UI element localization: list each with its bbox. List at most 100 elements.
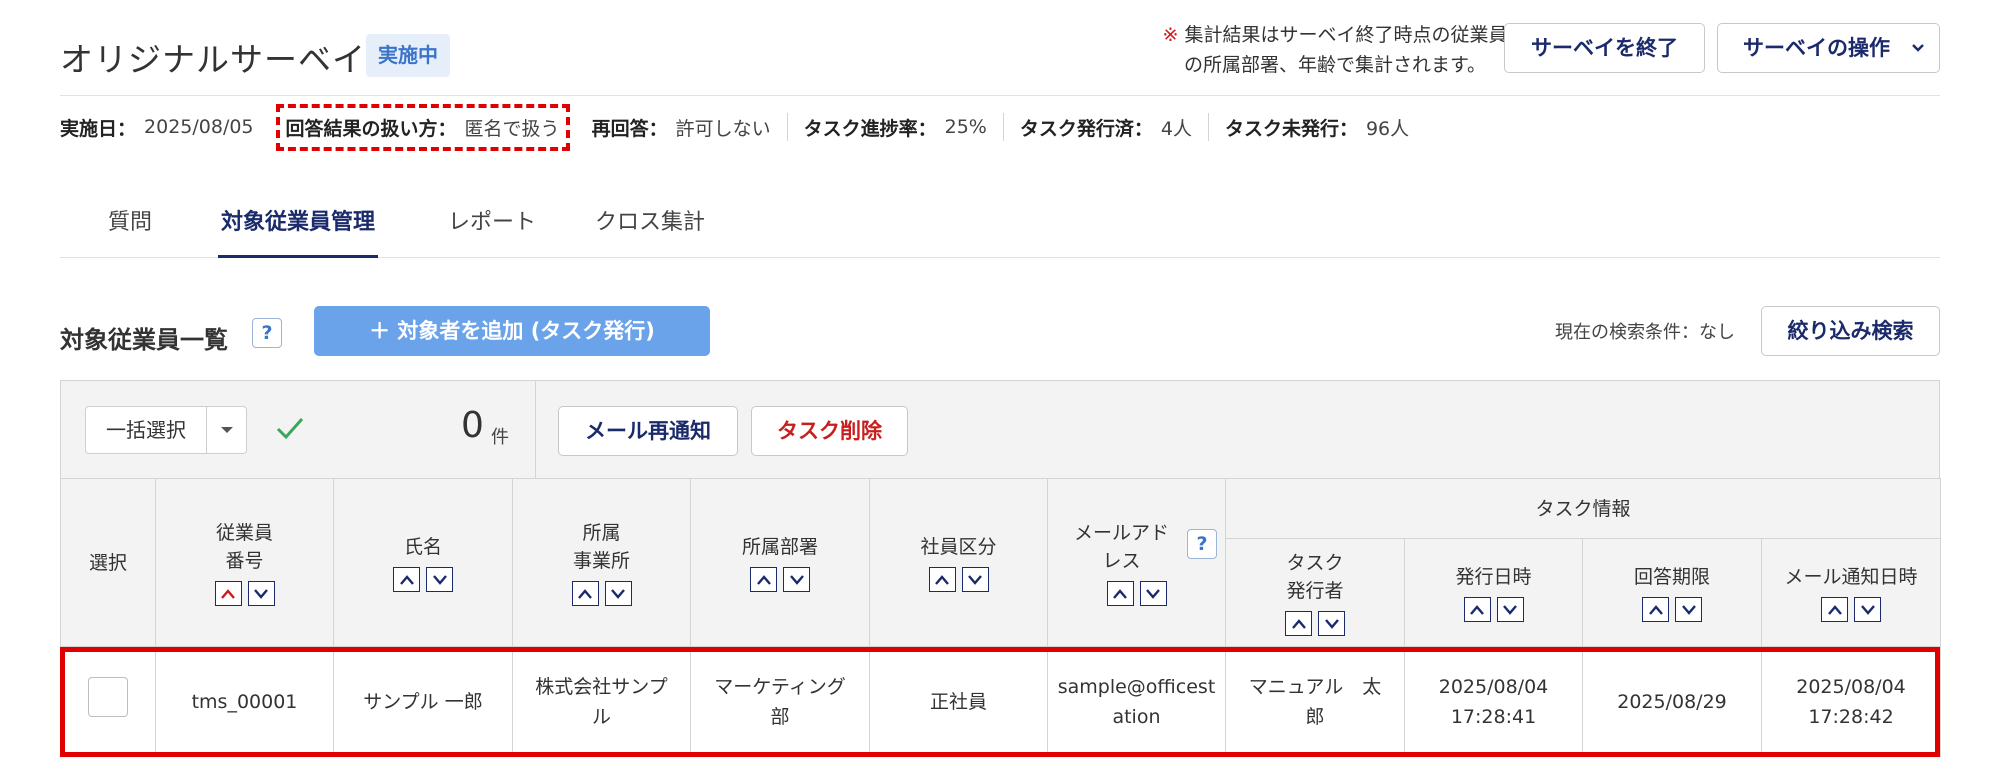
sort-desc-icon[interactable] xyxy=(604,581,632,606)
cell-dept-line2: 部 xyxy=(770,705,790,728)
cell-mail-line2: ation xyxy=(1112,705,1161,728)
selected-count-unit: 件 xyxy=(491,427,509,448)
cell-issuer-line2: 郎 xyxy=(1305,705,1325,728)
meta-separator xyxy=(786,113,788,141)
header-deadline-label: 回答期限 xyxy=(1633,566,1710,588)
meta-reanswer-label: 再回答： xyxy=(591,117,668,140)
cell-employee-no: tms_00001 xyxy=(155,646,334,757)
header-deadline: 回答期限 xyxy=(1582,538,1762,647)
header-issuer-line1: タスク xyxy=(1286,552,1344,574)
header-dept: 所属部署 xyxy=(690,478,870,647)
resend-mail-button[interactable]: メール再通知 xyxy=(558,406,738,456)
sort-asc-icon[interactable] xyxy=(571,581,599,606)
header-name-label: 氏名 xyxy=(403,536,442,558)
meta-progress-value: 25% xyxy=(944,116,987,138)
add-target-button[interactable]: ＋ 対象者を追加 (タスク発行) xyxy=(314,306,710,356)
sort-asc-icon[interactable] xyxy=(1642,597,1669,622)
cell-dept: マーケティング部 xyxy=(690,646,870,757)
meta-issued-value: 4人 xyxy=(1160,117,1192,140)
help-icon[interactable]: ? xyxy=(252,318,282,348)
header-type-label: 社員区分 xyxy=(920,536,997,558)
sort-asc-icon[interactable] xyxy=(750,567,777,592)
meta-progress-label: タスク進捗率： xyxy=(803,117,937,140)
sort-asc-icon[interactable] xyxy=(393,567,420,592)
meta-issued: タスク発行済： 4人 xyxy=(1020,114,1192,141)
status-badge: 実施中 xyxy=(366,34,450,77)
header-mail: メールアド レス ? xyxy=(1047,478,1226,647)
cell-name: サンプル 一郎 xyxy=(333,646,513,757)
bulk-select-dropdown[interactable]: 一括選択 xyxy=(85,406,247,454)
sort-asc-icon[interactable] xyxy=(1285,611,1312,636)
check-icon xyxy=(276,418,304,440)
meta-separator xyxy=(1002,113,1004,141)
header-issuer-line2: 発行者 xyxy=(1286,580,1344,602)
cell-issuer: マニュアル 太郎 xyxy=(1225,646,1405,757)
meta-handling-label: 回答結果の扱い方： xyxy=(285,117,457,140)
sort-desc-icon[interactable] xyxy=(783,567,810,592)
sort-desc-icon[interactable] xyxy=(961,567,989,592)
survey-ops-button[interactable]: サーベイの操作 xyxy=(1717,23,1940,73)
header-employee-no-line2: 番号 xyxy=(225,550,264,572)
sort-asc-icon[interactable] xyxy=(1106,581,1134,606)
sort-asc-icon[interactable] xyxy=(928,567,956,592)
selected-count: 0 xyxy=(461,405,484,446)
cell-issued-date: 2025/08/04 xyxy=(1438,675,1549,698)
sort-asc-icon[interactable] xyxy=(1821,597,1848,622)
header-type: 社員区分 xyxy=(869,478,1048,647)
cell-office: 株式会社サンプル xyxy=(512,646,691,757)
sort-desc-icon[interactable] xyxy=(426,567,453,592)
survey-ops-label: サーベイの操作 xyxy=(1743,36,1890,60)
cell-mail: sample@officest ation xyxy=(1047,646,1226,757)
cell-issued-time: 17:28:41 xyxy=(1450,705,1537,728)
meta-unissued: タスク未発行： 96人 xyxy=(1225,114,1409,141)
toolbar-divider xyxy=(535,381,536,478)
header-employee-no-line1: 従業員 xyxy=(215,522,273,544)
caret-down-icon[interactable] xyxy=(206,407,246,453)
tab-target-employees[interactable]: 対象従業員管理 xyxy=(218,204,378,258)
filter-search-button[interactable]: 絞り込み検索 xyxy=(1761,306,1940,356)
meta-separator xyxy=(1207,113,1209,141)
meta-unissued-label: タスク未発行： xyxy=(1224,117,1358,140)
header-divider xyxy=(60,95,1940,96)
sort-desc-icon[interactable] xyxy=(1139,581,1167,606)
notice-line1: 集計結果はサーベイ終了時点の従業員 xyxy=(1184,24,1508,46)
cell-deadline: 2025/08/29 xyxy=(1582,646,1762,757)
bulk-select-label: 一括選択 xyxy=(106,418,186,442)
tab-cross-tab[interactable]: クロス集計 xyxy=(575,204,725,258)
chevron-down-icon xyxy=(1911,24,1925,72)
end-survey-button[interactable]: サーベイを終了 xyxy=(1504,23,1705,73)
page-title: オリジナルサーベイ xyxy=(60,40,366,79)
tab-report[interactable]: レポート xyxy=(432,204,552,258)
tab-questions[interactable]: 質問 xyxy=(93,204,167,258)
meta-date-label: 実施日： xyxy=(60,117,137,140)
cell-notified-at: 2025/08/04 17:28:42 xyxy=(1760,646,1942,757)
sort-desc-icon[interactable] xyxy=(1854,597,1881,622)
tab-bar: 質問 対象従業員管理 レポート クロス集計 xyxy=(60,190,1940,258)
cell-dept-line1: マーケティング xyxy=(714,675,846,698)
survey-page: オリジナルサーベイ 実施中 ※ 集計結果はサーベイ終了時点の従業員 の所属部署、… xyxy=(60,0,1942,762)
help-icon[interactable]: ? xyxy=(1187,529,1217,559)
employee-table: 選択 従業員 番号 氏名 所属 事業所 所属部署 社員区分 メールアド レス ?… xyxy=(60,478,1942,757)
header-notified-at: メール通知日時 xyxy=(1760,538,1942,647)
cell-select xyxy=(60,646,156,757)
meta-date-value: 2025/08/05 xyxy=(144,116,254,138)
meta-handling-value: 匿名で扱う xyxy=(464,117,560,140)
header-select: 選択 xyxy=(60,478,156,647)
sort-asc-icon[interactable] xyxy=(214,581,242,606)
meta-progress: タスク進捗率： 25% xyxy=(804,114,987,141)
sort-desc-icon[interactable] xyxy=(1675,597,1702,622)
sort-desc-icon[interactable] xyxy=(1318,611,1345,636)
header-employee-no: 従業員 番号 xyxy=(155,478,334,647)
meta-reanswer: 再回答： 許可しない xyxy=(592,114,771,141)
cell-type: 正社員 xyxy=(869,646,1048,757)
sort-asc-icon[interactable] xyxy=(1463,597,1491,622)
header-issued-at-label: 発行日時 xyxy=(1455,566,1532,588)
sort-desc-icon[interactable] xyxy=(1496,597,1524,622)
sort-desc-icon[interactable] xyxy=(247,581,275,606)
header-office-line2: 事業所 xyxy=(572,550,630,572)
header-notified-at-label: メール通知日時 xyxy=(1784,566,1918,588)
header-office: 所属 事業所 xyxy=(512,478,691,647)
delete-task-button[interactable]: タスク削除 xyxy=(751,406,908,456)
row-checkbox[interactable] xyxy=(88,677,128,717)
notice-mark: ※ xyxy=(1162,24,1179,46)
